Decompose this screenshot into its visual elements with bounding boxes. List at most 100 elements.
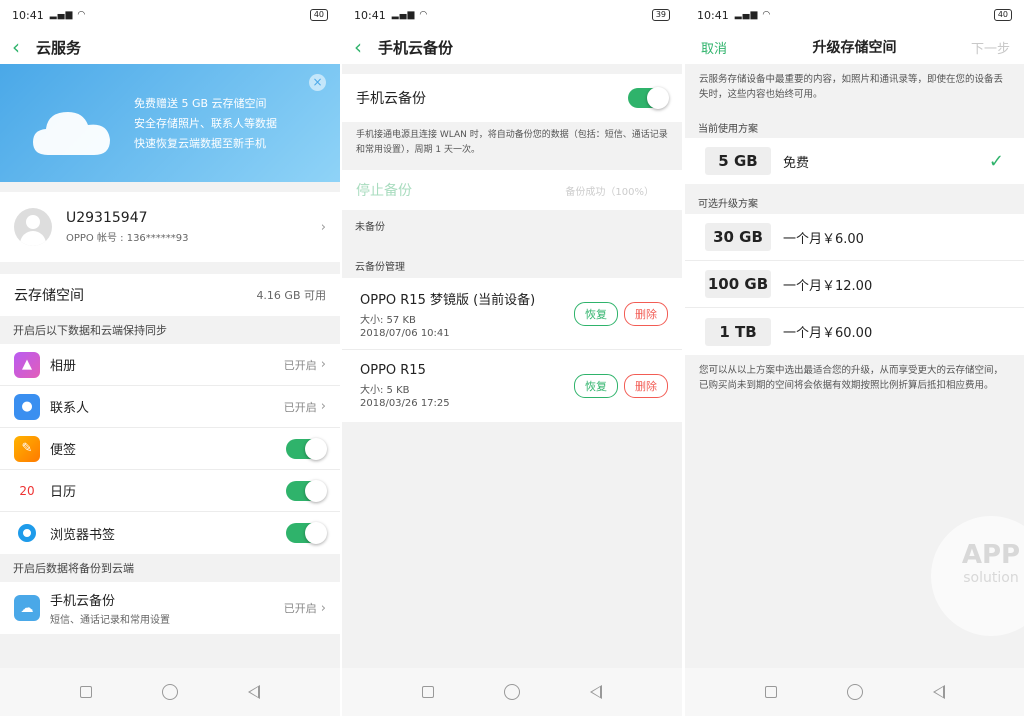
back-nav-icon[interactable] <box>932 685 945 699</box>
plan-size: 100 GB <box>705 270 771 298</box>
status-time: 10:41 <box>354 8 386 22</box>
chevron-right-icon: › <box>320 219 326 235</box>
device-name: OPPO R15 <box>360 363 426 378</box>
storage-row[interactable]: 云存储空间 4.16 GB 可用 <box>0 274 340 316</box>
page-title: 手机云备份 <box>378 38 454 57</box>
sync-item-label: 相册 <box>50 359 77 374</box>
restore-button[interactable]: 恢复 <box>574 374 618 398</box>
delete-button[interactable]: 删除 <box>624 374 668 398</box>
backup-toggle[interactable] <box>628 87 669 109</box>
plan-option[interactable]: 100 GB 一个月￥12.00 <box>685 261 1024 308</box>
backup-toggle-row: 手机云备份 <box>342 74 682 122</box>
stop-backup-row[interactable]: 停止备份 备份成功（100%） <box>342 170 682 210</box>
upgrade-storage-screen: 10:41 ▂▄▆ ◠ 40 取消 升级存储空间 下一步 云服务存储设备中最重要… <box>685 0 1024 716</box>
sync-section-title: 开启后以下数据和云端保持同步 <box>13 324 167 337</box>
sync-item-calendar: 20 日历 <box>0 470 340 512</box>
recent-apps-icon[interactable] <box>80 686 92 698</box>
restore-button[interactable]: 恢复 <box>574 301 618 326</box>
backup-progress: 备份成功（100%） <box>565 186 654 198</box>
home-icon[interactable] <box>846 684 863 700</box>
recent-apps-icon[interactable] <box>422 686 434 698</box>
cloud-service-screen: 10:41 ▂▄▆ ◠ 40 ‹ 云服务 免费赠送 5 GB 云存储空间 安全存… <box>0 0 340 716</box>
watermark: APP solution <box>931 516 1024 636</box>
sync-item-status: 已开启 <box>283 400 317 414</box>
cancel-button[interactable]: 取消 <box>701 38 727 57</box>
notes-icon: ✎ <box>14 435 40 462</box>
sync-item-label: 便签 <box>50 443 77 458</box>
storage-label: 云存储空间 <box>14 288 84 304</box>
plan-size: 1 TB <box>705 317 771 346</box>
back-icon[interactable]: ‹ <box>12 37 36 57</box>
phone-backup-row[interactable]: ☁ 手机云备份 短信、通话记录和常用设置 已开启 › <box>0 582 340 634</box>
delete-button[interactable]: 删除 <box>624 301 668 326</box>
device-date: 2018/07/06 10:41 <box>360 327 450 339</box>
backup-section-title: 开启后数据将备份到云端 <box>13 562 134 575</box>
status-time: 10:41 <box>697 8 729 22</box>
status-bar: 10:41 ▂▄▆ ◠ 40 <box>0 0 340 30</box>
account-name: U29315947 <box>66 210 148 226</box>
browser-icon <box>14 520 40 546</box>
calendar-icon: 20 <box>14 477 40 504</box>
notes-toggle[interactable] <box>286 437 327 460</box>
sync-item-photos[interactable]: ▲ 相册 已开启 › <box>0 344 340 386</box>
phone-backup-screen: 10:41 ▂▄▆ ◠ 39 ‹ 手机云备份 手机云备份 手机接通电源且连接 W… <box>342 0 682 716</box>
battery-icon: 40 <box>993 9 1012 21</box>
battery-icon: 40 <box>309 9 328 21</box>
status-bar: 10:41 ▂▄▆ ◠ 39 <box>342 0 682 30</box>
back-icon[interactable]: ‹ <box>354 37 378 57</box>
signal-wifi-icon: ▂▄▆ ◠ <box>734 10 772 20</box>
recent-apps-icon[interactable] <box>764 686 777 698</box>
sync-item-label: 浏览器书签 <box>50 527 116 543</box>
nav-bar <box>342 668 682 716</box>
battery-icon: 39 <box>651 9 670 21</box>
status-bar: 10:41 ▂▄▆ ◠ 40 <box>685 0 1024 30</box>
backup-title: 手机云备份 <box>50 594 116 609</box>
banner-line: 免费赠送 5 GB 云存储空间 <box>134 97 267 110</box>
header: 取消 升级存储空间 下一步 <box>685 30 1024 64</box>
back-nav-icon[interactable] <box>590 685 602 699</box>
page-title: 升级存储空间 <box>812 40 897 56</box>
home-icon[interactable] <box>504 684 520 700</box>
backup-status: 已开启 <box>283 602 317 615</box>
cloud-backup-icon: ☁ <box>14 595 40 621</box>
backup-toggle-label: 手机云备份 <box>356 91 426 107</box>
device-item: OPPO R15 大小: 5 KB 2018/03/26 17:25 恢复 删除 <box>342 350 682 422</box>
storage-value: 4.16 GB 可用 <box>256 289 326 302</box>
sync-item-bookmarks: 浏览器书签 <box>0 512 340 554</box>
next-button[interactable]: 下一步 <box>971 38 1010 57</box>
avatar <box>14 208 52 246</box>
device-size: 大小: 5 KB <box>360 385 410 396</box>
banner-line: 安全存储照片、联系人等数据 <box>134 117 277 130</box>
plan-size: 5 GB <box>705 147 771 175</box>
gallery-icon: ▲ <box>14 351 40 378</box>
watermark-text: APP <box>961 540 1021 570</box>
status-time: 10:41 <box>12 8 44 22</box>
bookmarks-toggle[interactable] <box>286 522 327 544</box>
plan-option[interactable]: 1 TB 一个月￥60.00 <box>685 308 1024 355</box>
backup-subtitle: 短信、通话记录和常用设置 <box>50 615 170 626</box>
device-item: OPPO R15 梦镜版 (当前设备) 大小: 57 KB 2018/07/06… <box>342 278 682 350</box>
cloud-icon <box>33 112 110 155</box>
calendar-toggle[interactable] <box>286 479 327 502</box>
nav-bar <box>685 668 1024 716</box>
sync-item-label: 日历 <box>50 485 77 500</box>
upgrade-section: 可选升级方案 <box>698 198 758 210</box>
sync-item-status: 已开启 <box>283 358 317 372</box>
device-name: OPPO R15 梦镜版 (当前设备) <box>360 292 536 308</box>
nav-bar <box>0 668 340 716</box>
chevron-right-icon: › <box>320 399 326 414</box>
footnote-text: 您可以从以上方案中选出最适合您的升级，从而享受更大的云存储空间，已购买尚未到期的… <box>699 365 1004 391</box>
check-icon: ✓ <box>988 150 1004 172</box>
stop-backup-label: 停止备份 <box>356 183 412 199</box>
device-size: 大小: 57 KB <box>360 314 416 326</box>
close-icon[interactable]: × <box>309 74 326 91</box>
plan-price: 一个月￥60.00 <box>783 326 873 341</box>
account-row[interactable]: U29315947 OPPO 帐号 : 136******93 › <box>0 192 340 262</box>
sync-item-contacts[interactable]: ● 联系人 已开启 › <box>0 386 340 428</box>
back-nav-icon[interactable] <box>248 685 260 699</box>
device-date: 2018/03/26 17:25 <box>360 398 450 409</box>
plan-option[interactable]: 30 GB 一个月￥6.00 <box>685 214 1024 261</box>
signal-wifi-icon: ▂▄▆ ◠ <box>391 10 429 20</box>
home-icon[interactable] <box>162 684 178 700</box>
chevron-right-icon: › <box>320 357 326 372</box>
